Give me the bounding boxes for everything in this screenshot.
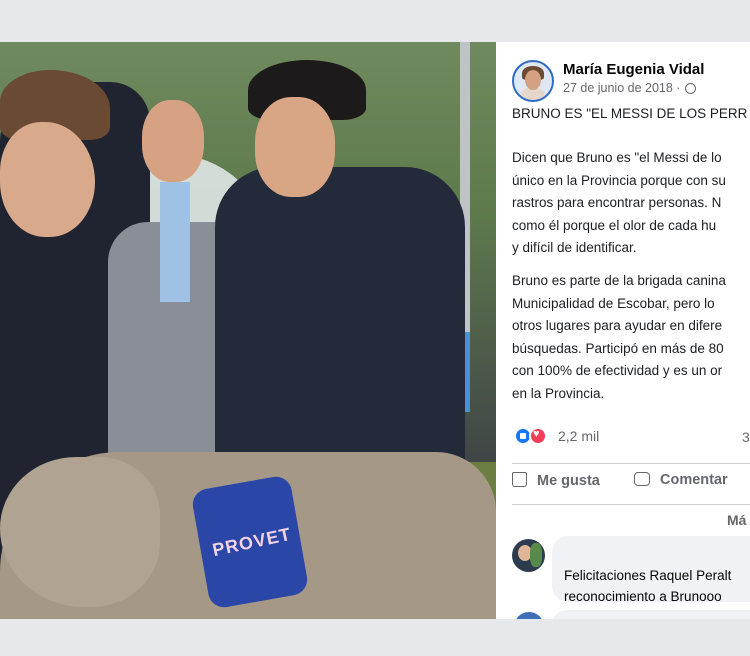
like-button[interactable]: Me gusta xyxy=(512,472,600,494)
post-panel: María Eugenia Vidal 27 de junio de 2018 … xyxy=(496,42,750,619)
comment-line: reconocimiento a Brunooo xyxy=(564,589,722,604)
comment-bubble-icon xyxy=(634,472,650,486)
author-avatar[interactable] xyxy=(512,60,554,102)
thumbs-up-icon xyxy=(512,472,527,487)
paragraph-line: en la Provincia. xyxy=(512,385,605,401)
comment-text: Felicitaciones Raquel Peralt reconocimie… xyxy=(564,565,731,607)
post-title: BRUNO ES "EL MESSI DE LOS PERR xyxy=(512,106,748,121)
paragraph-line: búsquedas. Participó en más de 80 xyxy=(512,340,724,356)
top-bar xyxy=(0,0,750,42)
photo-woman-face xyxy=(0,122,95,237)
love-reaction-icon xyxy=(529,427,547,445)
post-paragraph-2: Bruno es parte de la brigada canina Muni… xyxy=(512,270,750,405)
reaction-count: 2,2 mil xyxy=(558,428,600,444)
divider xyxy=(512,463,750,464)
paragraph-line: rastros para encontrar personas. N xyxy=(512,195,722,210)
comment-bubble xyxy=(552,610,750,619)
photo-man-shirt xyxy=(160,182,190,302)
paragraph-line: Dicen que Bruno es "el Messi de lo xyxy=(512,150,722,165)
comment-button[interactable]: Comentar xyxy=(634,472,728,494)
globe-icon xyxy=(684,83,696,94)
post-paragraph-1: Dicen que Bruno es "el Messi de lo único… xyxy=(512,147,750,260)
comment-count[interactable]: 3 xyxy=(742,429,750,445)
paragraph-line: y difícil de identificar. xyxy=(512,240,637,255)
author-name[interactable]: María Eugenia Vidal xyxy=(563,61,704,78)
paragraph-line: Bruno es parte de la brigada canina xyxy=(512,273,726,288)
post-photo[interactable]: PROVET xyxy=(0,42,496,619)
paragraph-line: Municipalidad de Escobar, pero lo xyxy=(512,295,715,311)
comment-button-label: Comentar xyxy=(660,472,728,488)
commenter-avatar[interactable] xyxy=(514,612,544,619)
divider xyxy=(512,504,750,505)
photo-officer-face xyxy=(255,97,335,197)
post-date-text: 27 de junio de 2018 · xyxy=(563,81,681,95)
more-relevant-link[interactable]: Má xyxy=(727,512,746,528)
comment-line: Felicitaciones Raquel Peralt xyxy=(564,568,732,583)
paragraph-line: único en la Provincia porque con su xyxy=(512,172,726,188)
bottom-bar xyxy=(0,619,750,656)
like-button-label: Me gusta xyxy=(537,473,600,489)
paragraph-line: otros lugares para ayudar en difere xyxy=(512,318,723,333)
paragraph-line: con 100% de efectividad y es un or xyxy=(512,363,723,378)
commenter-avatar[interactable] xyxy=(512,539,545,572)
photo-man-face xyxy=(142,100,204,182)
paragraph-line: como él porque el olor de cada hu xyxy=(512,217,717,233)
post-date[interactable]: 27 de junio de 2018 · xyxy=(563,81,696,95)
